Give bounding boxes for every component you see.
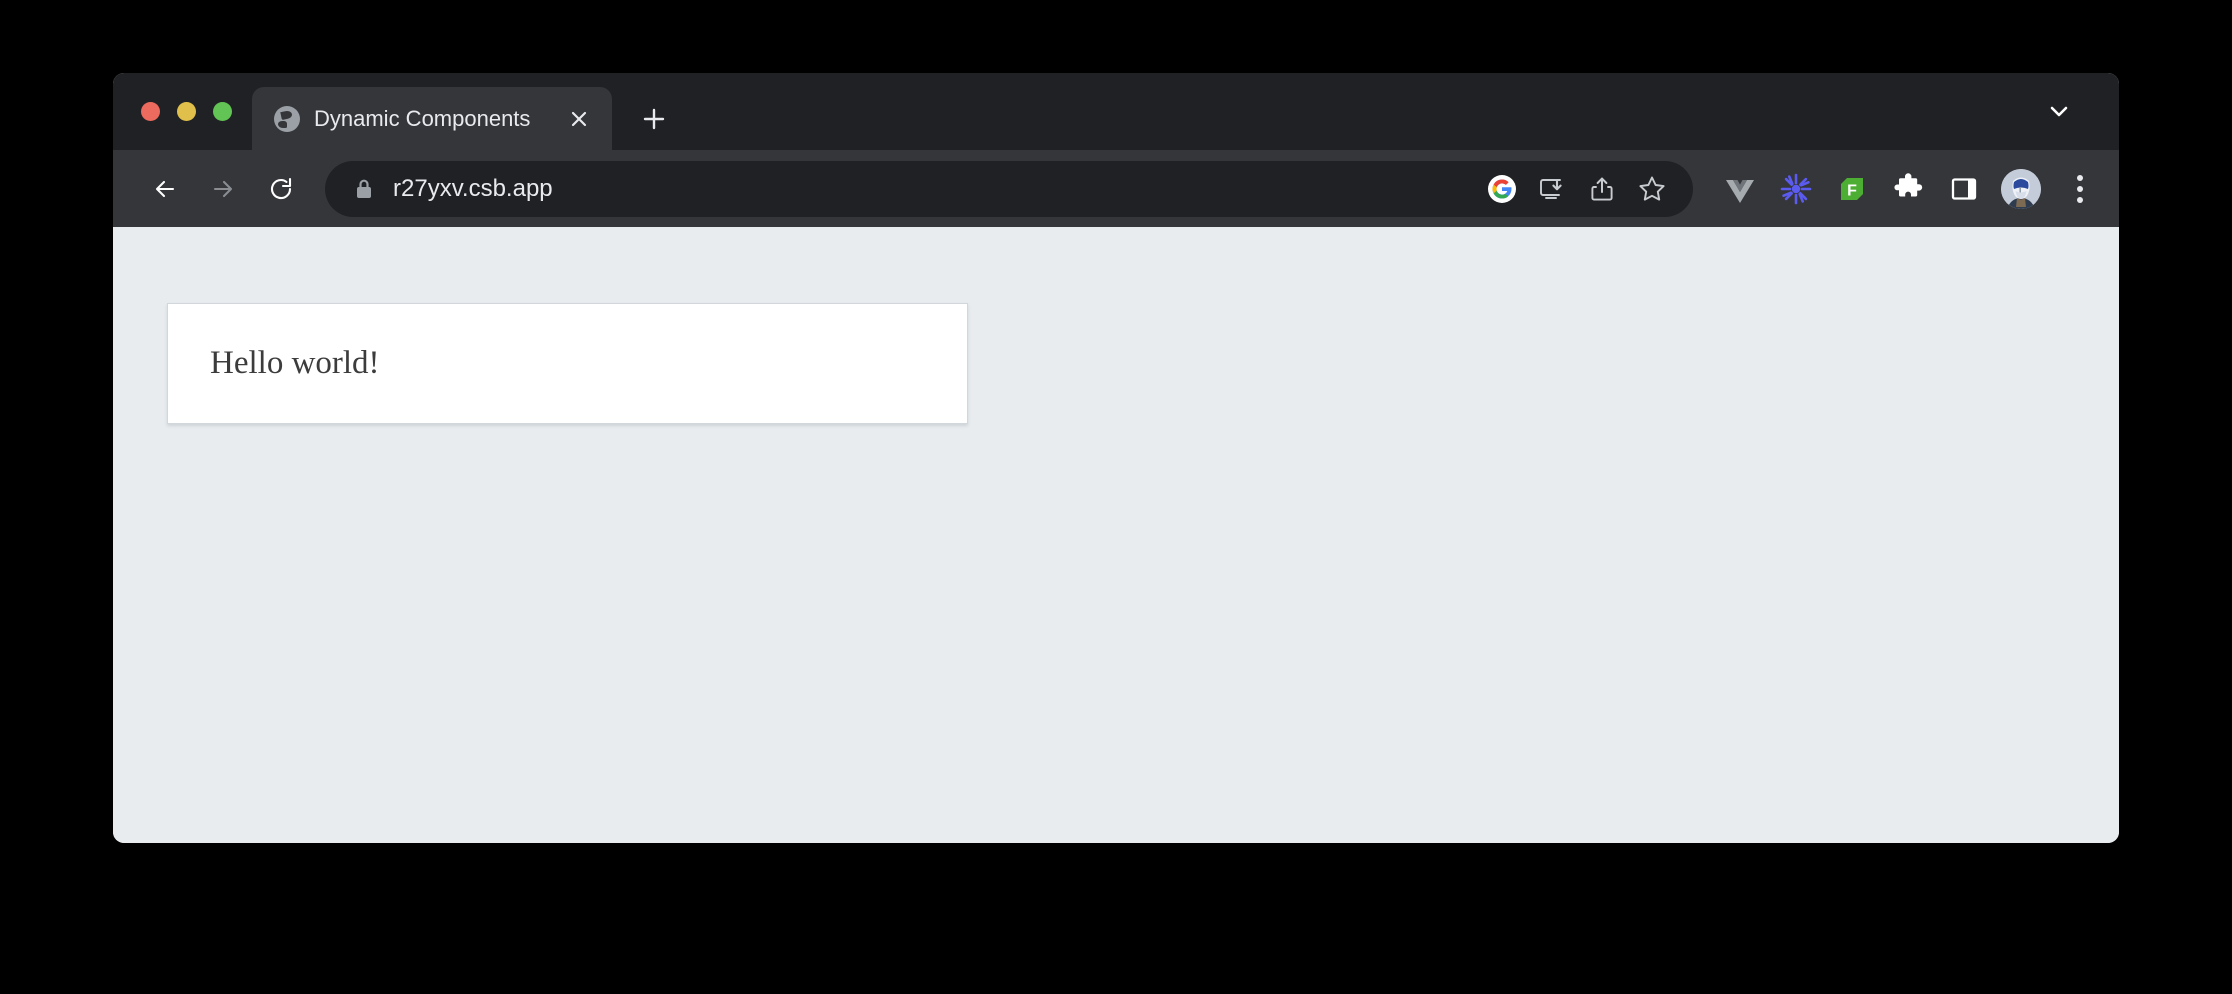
hello-world-text: Hello world! (210, 345, 380, 381)
minimize-window-button[interactable] (177, 102, 196, 121)
address-bar[interactable]: r27yxv.csb.app (325, 160, 1693, 217)
new-tab-button[interactable] (626, 87, 682, 150)
page-viewport: Hello world! Open Sandbox (113, 227, 2119, 843)
close-window-button[interactable] (141, 102, 160, 121)
chevron-down-icon[interactable] (2035, 87, 2083, 135)
bookmark-star-icon[interactable] (1635, 172, 1669, 206)
browser-toolbar: r27yxv.csb.app F (113, 150, 2119, 227)
omnibox-actions (1485, 172, 1679, 206)
google-lens-icon[interactable] (1485, 172, 1519, 206)
lock-icon (351, 176, 377, 202)
close-icon[interactable] (562, 102, 596, 136)
reload-button[interactable] (255, 163, 307, 215)
hello-world-card: Hello world! (167, 303, 968, 424)
share-icon[interactable] (1585, 172, 1619, 206)
forward-button[interactable] (197, 163, 249, 215)
install-app-icon[interactable] (1535, 172, 1569, 206)
back-button[interactable] (139, 163, 191, 215)
extensions-puzzle-icon[interactable] (1889, 170, 1927, 208)
url-text[interactable]: r27yxv.csb.app (393, 175, 1485, 203)
browser-window: Dynamic Components r27yxv.csb.app F Hell… (113, 73, 2119, 843)
f-extension-icon[interactable]: F (1833, 170, 1871, 208)
extensions-row: F (1699, 168, 2097, 209)
three-dot-menu-icon[interactable] (2063, 170, 2097, 208)
maximize-window-button[interactable] (213, 102, 232, 121)
tab-strip: Dynamic Components (113, 73, 2119, 150)
traffic-lights (113, 73, 252, 150)
globe-icon (274, 105, 300, 132)
side-panel-icon[interactable] (1945, 170, 1983, 208)
svg-text:F: F (1847, 182, 1857, 199)
tab-title: Dynamic Components (314, 105, 531, 131)
vue-devtools-icon[interactable] (1721, 170, 1759, 208)
profile-avatar[interactable] (2001, 168, 2041, 209)
browser-tab-active[interactable]: Dynamic Components (252, 87, 612, 150)
starburst-extension-icon[interactable] (1777, 170, 1815, 208)
